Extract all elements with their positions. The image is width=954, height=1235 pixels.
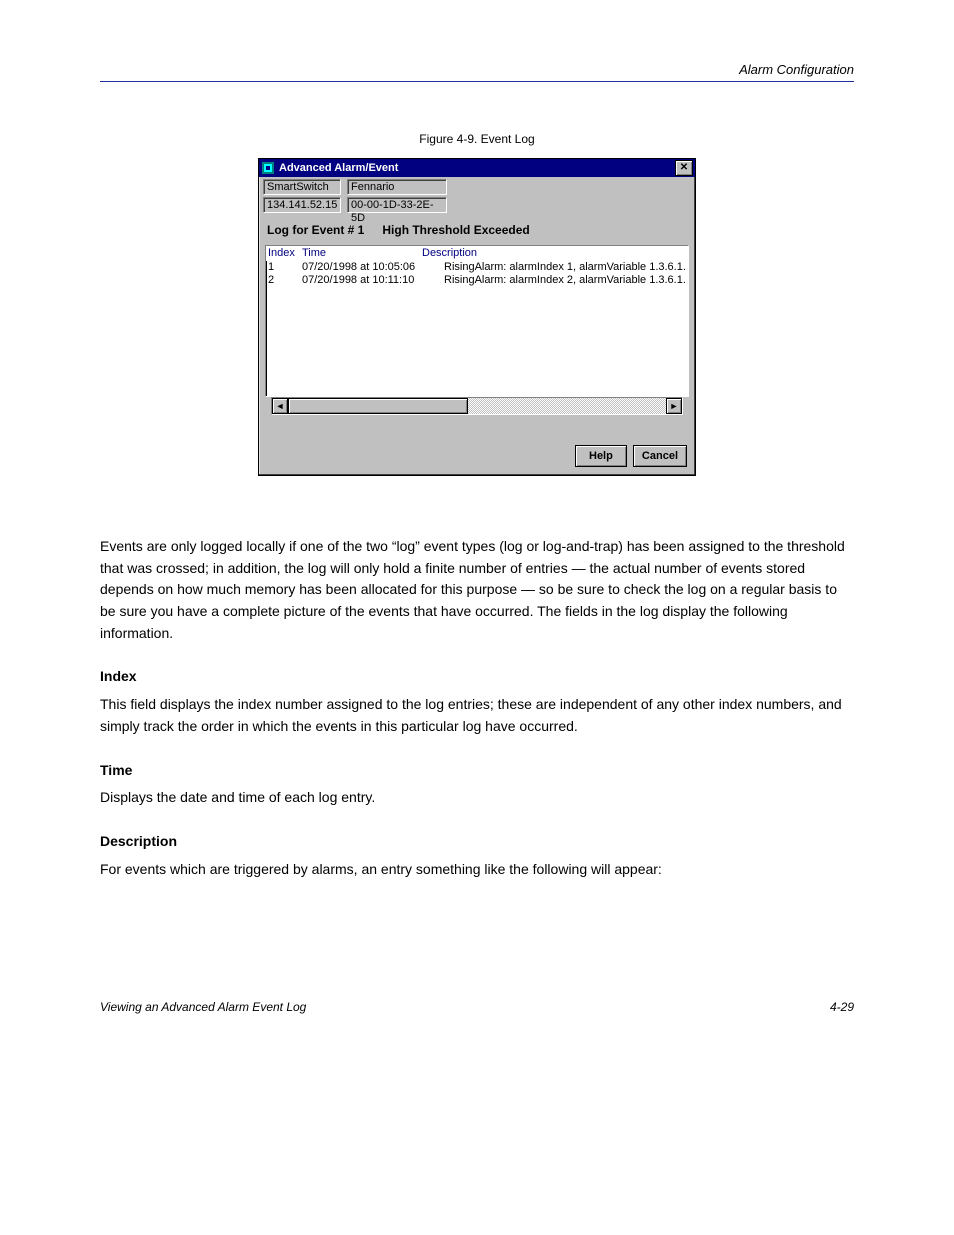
- cell-description: RisingAlarm: alarmIndex 2, alarmVariable…: [444, 274, 686, 287]
- device-name-field: Fennario: [347, 179, 447, 195]
- scroll-right-button[interactable]: ►: [666, 398, 682, 414]
- intro-paragraph: Events are only logged locally if one of…: [100, 536, 854, 644]
- close-icon: ✕: [680, 163, 688, 173]
- cell-index: 1: [268, 261, 302, 274]
- event-log-list[interactable]: Index Time Description 1 07/20/1998 at 1…: [265, 245, 689, 397]
- col-description: Description: [422, 247, 686, 259]
- heading-description: Description: [100, 831, 854, 853]
- close-button[interactable]: ✕: [675, 160, 693, 176]
- footer-right: 4-29: [830, 1000, 854, 1014]
- paragraph-index: This field displays the index number ass…: [100, 694, 854, 737]
- figure-caption: Figure 4-9. Event Log: [100, 132, 854, 146]
- heading-index: Index: [100, 666, 854, 688]
- scroll-left-button[interactable]: ◄: [272, 398, 288, 414]
- log-title: Log for Event # 1 High Threshold Exceeded: [259, 213, 695, 245]
- mac-field: 00-00-1D-33-2E-5D: [347, 197, 447, 213]
- cancel-button[interactable]: Cancel: [633, 445, 687, 467]
- paragraph-description: For events which are triggered by alarms…: [100, 859, 854, 881]
- window-title: Advanced Alarm/Event: [279, 162, 675, 174]
- header-rule: [100, 81, 854, 82]
- dialog-button-row: Help Cancel: [259, 419, 695, 475]
- cell-description: RisingAlarm: alarmIndex 1, alarmVariable…: [444, 261, 686, 274]
- arrow-right-icon: ►: [670, 401, 679, 411]
- log-title-desc: High Threshold Exceeded: [382, 223, 529, 237]
- running-head: Alarm Configuration: [100, 62, 854, 77]
- col-time: Time: [302, 247, 422, 259]
- list-header: Index Time Description: [266, 246, 688, 261]
- ip-field: 134.141.52.15: [263, 197, 341, 213]
- log-title-prefix: Log for Event # 1: [267, 223, 364, 237]
- cell-index: 2: [268, 274, 302, 287]
- footer-left: Viewing an Advanced Alarm Event Log: [100, 1000, 306, 1014]
- device-type-field: SmartSwitch: [263, 179, 341, 195]
- heading-time: Time: [100, 760, 854, 782]
- list-rows: 1 07/20/1998 at 10:05:06 RisingAlarm: al…: [266, 261, 688, 287]
- scroll-thumb[interactable]: [288, 398, 468, 414]
- event-log-dialog: Advanced Alarm/Event ✕ SmartSwitch Fenna…: [258, 158, 696, 476]
- col-index: Index: [268, 247, 302, 259]
- horizontal-scrollbar[interactable]: ◄ ►: [271, 397, 683, 415]
- list-item[interactable]: 1 07/20/1998 at 10:05:06 RisingAlarm: al…: [268, 261, 686, 274]
- paragraph-time: Displays the date and time of each log e…: [100, 787, 854, 809]
- help-button[interactable]: Help: [575, 445, 627, 467]
- page-footer: Viewing an Advanced Alarm Event Log 4-29: [100, 1000, 854, 1014]
- app-icon: [261, 161, 275, 175]
- list-item[interactable]: 2 07/20/1998 at 10:11:10 RisingAlarm: al…: [268, 274, 686, 287]
- cell-time: 07/20/1998 at 10:05:06: [302, 261, 444, 274]
- arrow-left-icon: ◄: [276, 401, 285, 411]
- titlebar: Advanced Alarm/Event ✕: [259, 159, 695, 177]
- body-copy: Events are only logged locally if one of…: [100, 536, 854, 880]
- cell-time: 07/20/1998 at 10:11:10: [302, 274, 444, 287]
- scroll-track[interactable]: [288, 398, 666, 414]
